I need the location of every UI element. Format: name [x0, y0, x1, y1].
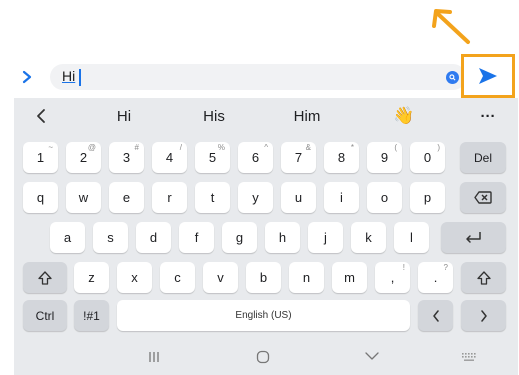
- send-icon: [479, 68, 497, 84]
- key-j[interactable]: j: [308, 222, 343, 253]
- shift-icon: [38, 270, 52, 285]
- message-field[interactable]: Hi: [50, 64, 466, 90]
- key-3[interactable]: 3 #: [109, 142, 144, 173]
- key-h[interactable]: h: [265, 222, 300, 253]
- shift-icon: [476, 270, 491, 285]
- key-o[interactable]: o: [367, 182, 402, 213]
- key-5[interactable]: 5%: [195, 142, 230, 173]
- key-period[interactable]: .?: [418, 262, 453, 293]
- key-4[interactable]: 4/: [152, 142, 187, 173]
- message-input-bar: Hi: [16, 54, 518, 98]
- key-c[interactable]: c: [160, 262, 195, 293]
- key-x[interactable]: x: [117, 262, 152, 293]
- suggestion-1[interactable]: Hi: [94, 98, 154, 134]
- key-s[interactable]: s: [93, 222, 128, 253]
- recents-button[interactable]: [139, 338, 169, 375]
- expand-button[interactable]: [16, 64, 38, 90]
- key-n[interactable]: n: [289, 262, 324, 293]
- suggestion-strip: Hi His Him 👋 ···: [14, 98, 518, 134]
- recents-icon: [149, 351, 159, 362]
- key-1[interactable]: 1 ~: [23, 142, 58, 173]
- enter-key[interactable]: [441, 222, 506, 253]
- suggestion-2[interactable]: His: [184, 98, 244, 134]
- cursor-right-key[interactable]: [461, 300, 506, 331]
- message-text: Hi: [62, 68, 76, 84]
- key-z[interactable]: z: [74, 262, 109, 293]
- send-button[interactable]: [461, 54, 515, 98]
- cursor-left-key[interactable]: [418, 300, 453, 331]
- key-q[interactable]: q: [23, 182, 58, 213]
- ctrl-key[interactable]: Ctrl: [23, 300, 67, 331]
- key-t[interactable]: t: [195, 182, 230, 213]
- backspace-key[interactable]: [460, 182, 506, 213]
- space-key[interactable]: English (US): [117, 300, 410, 331]
- key-p[interactable]: p: [410, 182, 445, 213]
- chevron-right-icon: [22, 70, 32, 84]
- home-button[interactable]: [248, 338, 278, 375]
- key-comma[interactable]: ,!: [375, 262, 410, 293]
- key-d[interactable]: d: [136, 222, 171, 253]
- key-b[interactable]: b: [246, 262, 281, 293]
- key-8[interactable]: 8 *: [324, 142, 359, 173]
- collapse-toolbar-button[interactable]: [24, 98, 58, 134]
- key-9[interactable]: 9(: [367, 142, 402, 173]
- key-k[interactable]: k: [351, 222, 386, 253]
- more-options-button[interactable]: ···: [470, 98, 506, 134]
- key-y[interactable]: y: [238, 182, 273, 213]
- key-2[interactable]: 2 @: [66, 142, 101, 173]
- chevron-right-icon: [480, 309, 487, 322]
- enter-icon: [465, 232, 481, 243]
- space-key-label: English (US): [235, 310, 292, 321]
- delete-key[interactable]: Del: [460, 142, 506, 173]
- emoji-suggestion[interactable]: 👋: [386, 98, 422, 134]
- key-6[interactable]: 6 ^: [238, 142, 273, 173]
- hide-keyboard-button[interactable]: [357, 338, 387, 375]
- key-u[interactable]: u: [281, 182, 316, 213]
- assistant-icon[interactable]: [446, 71, 459, 84]
- key-7[interactable]: 7 &: [281, 142, 316, 173]
- chevron-left-icon: [432, 309, 439, 322]
- keyboard: Hi His Him 👋 ··· 1 ~ 2 @ 3 # 4/ 5% 6 ^ 7 & 8 *…: [14, 98, 518, 375]
- key-r[interactable]: r: [152, 182, 187, 213]
- keyboard-icon: [462, 352, 476, 361]
- key-l[interactable]: l: [394, 222, 429, 253]
- key-g[interactable]: g: [222, 222, 257, 253]
- key-v[interactable]: v: [203, 262, 238, 293]
- annotation-arrow-icon: [432, 9, 470, 44]
- text-caret: [79, 69, 81, 86]
- navigation-bar: [14, 338, 518, 375]
- chevron-left-icon: [37, 109, 45, 123]
- symbols-key[interactable]: !#1: [74, 300, 109, 331]
- key-e[interactable]: e: [109, 182, 144, 213]
- keyboard-switch-button[interactable]: [454, 338, 484, 375]
- key-a[interactable]: a: [50, 222, 85, 253]
- key-f[interactable]: f: [179, 222, 214, 253]
- backspace-icon: [474, 191, 492, 204]
- suggestion-3[interactable]: Him: [277, 98, 337, 134]
- key-i[interactable]: i: [324, 182, 359, 213]
- key-0[interactable]: 0): [410, 142, 445, 173]
- key-w[interactable]: w: [66, 182, 101, 213]
- home-icon: [256, 350, 270, 363]
- shift-key-right[interactable]: [461, 262, 506, 293]
- key-m[interactable]: m: [332, 262, 367, 293]
- shift-key-left[interactable]: [23, 262, 67, 293]
- chevron-down-icon: [365, 352, 379, 360]
